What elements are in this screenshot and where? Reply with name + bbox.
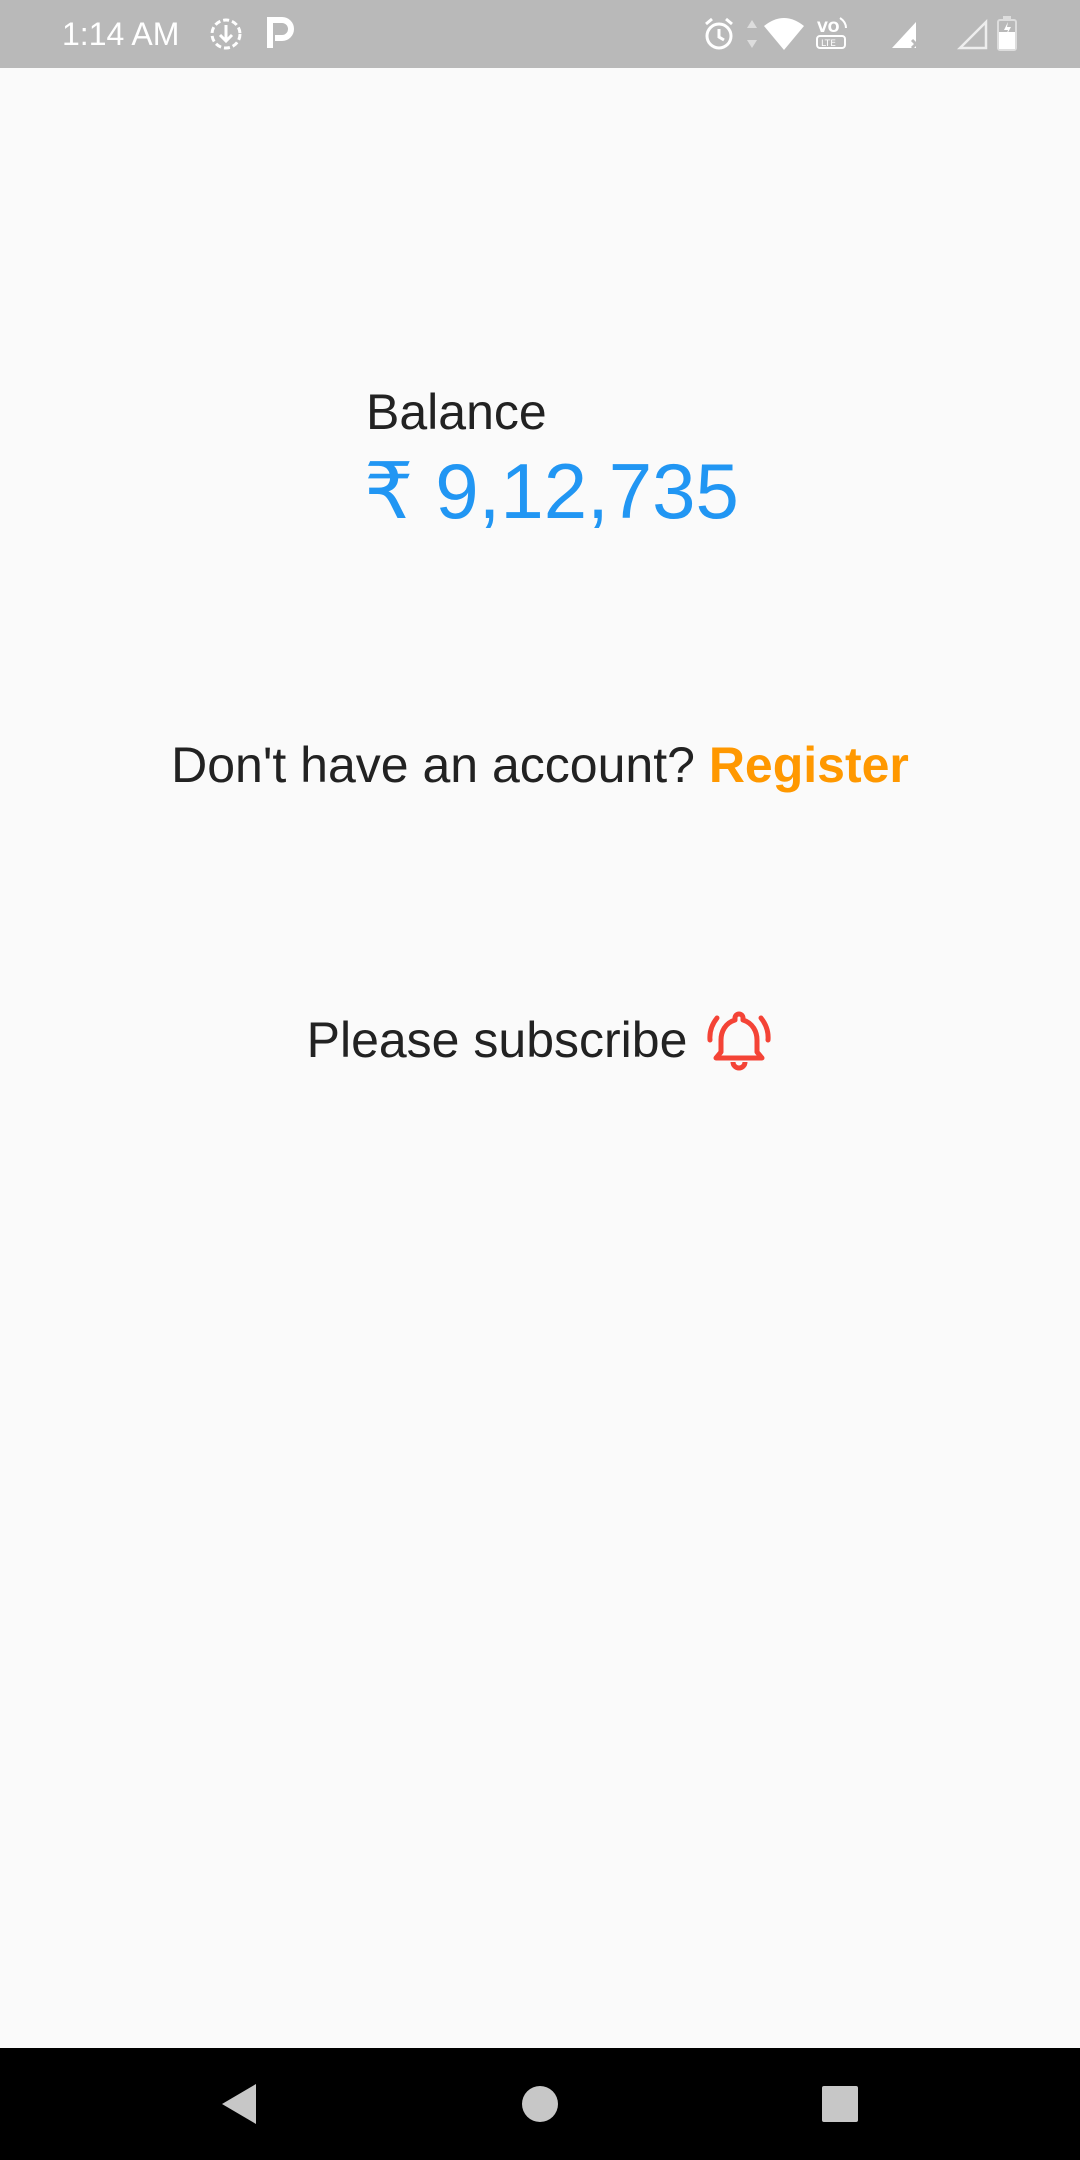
balance-amount: ₹ 9,12,735 <box>364 447 739 535</box>
subscribe-label: Please subscribe <box>306 1012 688 1068</box>
parking-app-icon <box>267 17 294 48</box>
register-link[interactable]: Register <box>709 737 909 793</box>
back-icon[interactable] <box>208 2074 268 2134</box>
volte-icon: VO LTE <box>816 17 847 49</box>
data-arrows-icon <box>747 20 757 48</box>
balance-label: Balance <box>366 384 547 440</box>
bell-ringing-icon[interactable] <box>705 1006 773 1074</box>
download-icon <box>210 18 242 50</box>
home-icon[interactable] <box>510 2074 570 2134</box>
register-prompt: Don't have an account? <box>171 737 695 793</box>
status-bar: 1:14 AM VO LTE <box>0 0 1080 68</box>
register-prompt-row: Don't have an account? Register <box>0 730 1080 800</box>
svg-text:VO: VO <box>817 20 840 36</box>
alarm-icon <box>705 17 733 50</box>
signal-x-icon <box>892 22 922 50</box>
svg-text:LTE: LTE <box>821 39 836 49</box>
recents-icon[interactable] <box>810 2074 870 2134</box>
status-time: 1:14 AM <box>62 16 180 52</box>
wifi-icon <box>764 18 804 50</box>
navigation-bar <box>0 2048 1080 2160</box>
signal-empty-icon <box>956 18 988 50</box>
battery-icon <box>997 16 1017 51</box>
subscribe-row[interactable]: Please subscribe <box>0 1000 1080 1080</box>
